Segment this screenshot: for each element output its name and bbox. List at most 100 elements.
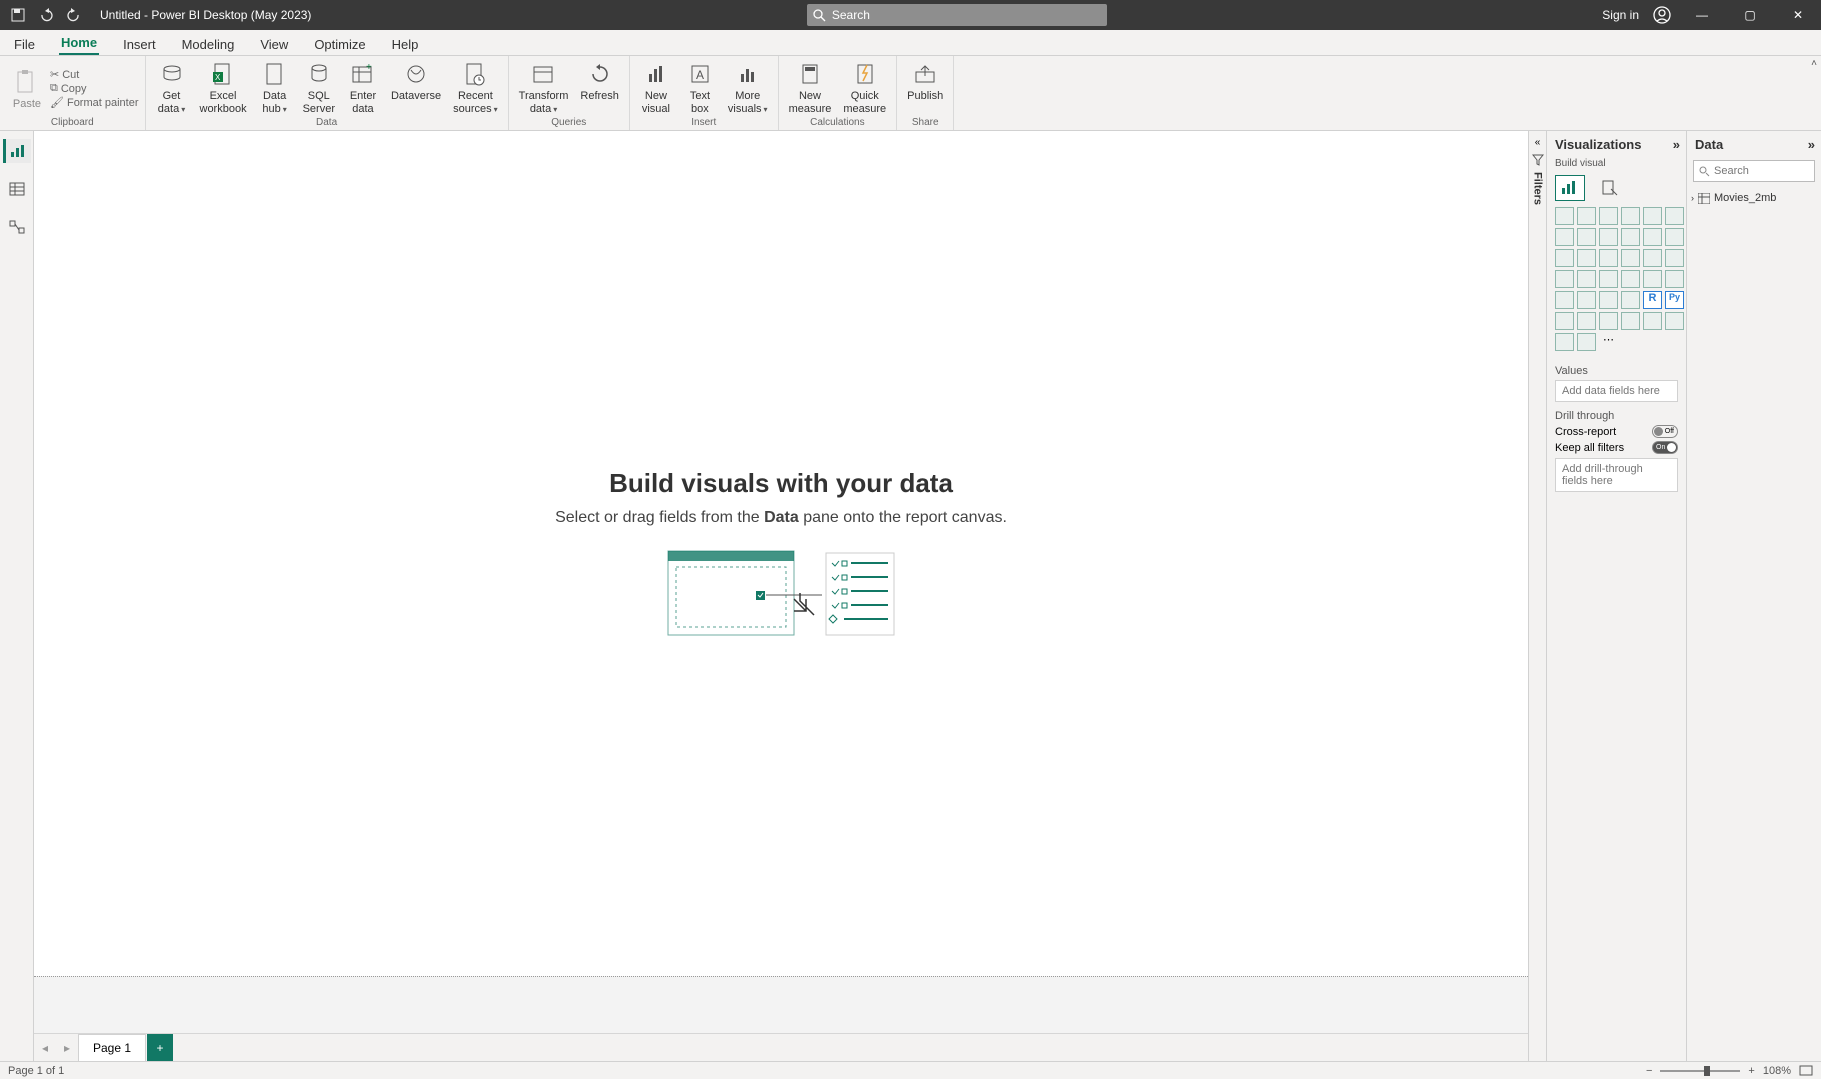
viz-stacked-bar[interactable]	[1555, 207, 1574, 225]
viz-key-influencers[interactable]	[1555, 312, 1574, 330]
viz-scatter[interactable]	[1599, 249, 1618, 267]
viz-line[interactable]	[1555, 228, 1574, 246]
new-measure-button[interactable]: Newmeasure	[785, 58, 836, 117]
viz-line-stacked[interactable]	[1621, 228, 1640, 246]
zoom-out-button[interactable]: −	[1646, 1065, 1652, 1077]
viz-ribbon[interactable]	[1665, 228, 1684, 246]
viz-narrative[interactable]	[1621, 312, 1640, 330]
report-canvas[interactable]: Build visuals with your data Select or d…	[34, 131, 1528, 976]
dataverse-button[interactable]: Dataverse	[387, 58, 445, 117]
page-next-button[interactable]: ▸	[56, 1034, 78, 1061]
tab-modeling[interactable]: Modeling	[180, 33, 237, 55]
tab-insert[interactable]: Insert	[121, 33, 158, 55]
data-view-button[interactable]	[3, 177, 31, 201]
viz-kpi[interactable]	[1555, 291, 1574, 309]
data-hub-button[interactable]: Datahub	[255, 58, 295, 117]
more-visuals-button[interactable]: Morevisuals	[724, 58, 772, 117]
viz-line-clustered[interactable]	[1643, 228, 1662, 246]
viz-slicer[interactable]	[1577, 291, 1596, 309]
viz-filled-map[interactable]	[1577, 270, 1596, 288]
viz-100-bar[interactable]	[1643, 207, 1662, 225]
redo-icon[interactable]	[66, 7, 82, 23]
cut-button[interactable]: ✂Cut	[50, 68, 139, 81]
recent-sources-button[interactable]: Recentsources	[449, 58, 502, 117]
viz-waterfall[interactable]	[1555, 249, 1574, 267]
viz-donut[interactable]	[1643, 249, 1662, 267]
viz-paginated[interactable]	[1665, 312, 1684, 330]
new-visual-button[interactable]: Newvisual	[636, 58, 676, 117]
viz-treemap[interactable]	[1665, 249, 1684, 267]
tab-home[interactable]: Home	[59, 31, 99, 55]
profile-icon[interactable]	[1653, 6, 1671, 24]
close-button[interactable]: ✕	[1781, 0, 1815, 30]
viz-card[interactable]	[1643, 270, 1662, 288]
model-view-button[interactable]	[3, 215, 31, 239]
cross-report-toggle[interactable]: Off	[1652, 425, 1678, 438]
viz-funnel[interactable]	[1577, 249, 1596, 267]
expand-filters-icon[interactable]: «	[1535, 137, 1541, 148]
text-box-button[interactable]: ATextbox	[680, 58, 720, 117]
viz-r[interactable]: R	[1643, 291, 1662, 309]
viz-table[interactable]	[1599, 291, 1618, 309]
transform-data-button[interactable]: Transformdata	[515, 58, 573, 117]
quick-measure-button[interactable]: Quickmeasure	[839, 58, 890, 117]
paste-button[interactable]: Paste	[6, 58, 46, 117]
collapse-data-icon[interactable]: »	[1808, 137, 1815, 152]
enter-data-button[interactable]: +Enterdata	[343, 58, 383, 117]
maximize-button[interactable]: ▢	[1733, 0, 1767, 30]
collapse-ribbon-icon[interactable]: ˄	[1811, 58, 1817, 69]
viz-qa[interactable]	[1599, 312, 1618, 330]
viz-matrix[interactable]	[1621, 291, 1640, 309]
publish-button[interactable]: Publish	[903, 58, 947, 117]
zoom-in-button[interactable]: +	[1748, 1065, 1754, 1077]
tab-optimize[interactable]: Optimize	[312, 33, 367, 55]
sql-server-button[interactable]: SQLServer	[299, 58, 339, 117]
add-page-button[interactable]: +	[147, 1034, 173, 1061]
build-visual-tab[interactable]	[1555, 175, 1585, 201]
viz-decomposition[interactable]	[1577, 312, 1596, 330]
filters-pane-collapsed[interactable]: « Filters	[1528, 131, 1546, 1061]
undo-icon[interactable]	[38, 7, 54, 23]
minimize-button[interactable]: —	[1685, 0, 1719, 30]
copy-button[interactable]: ⧉Copy	[50, 82, 139, 95]
viz-powerapps[interactable]	[1577, 333, 1596, 351]
page-tab-1[interactable]: Page 1	[78, 1034, 146, 1061]
tab-help[interactable]: Help	[390, 33, 421, 55]
drillthrough-dropzone[interactable]: Add drill-through fields here	[1555, 458, 1678, 492]
viz-clustered-bar[interactable]	[1599, 207, 1618, 225]
page-prev-button[interactable]: ◂	[34, 1034, 56, 1061]
global-search[interactable]: Search	[807, 4, 1107, 26]
excel-workbook-button[interactable]: XExcelworkbook	[196, 58, 251, 117]
viz-more[interactable]: ⋯	[1599, 333, 1618, 351]
fit-page-button[interactable]	[1799, 1065, 1813, 1076]
viz-area[interactable]	[1577, 228, 1596, 246]
values-dropzone[interactable]: Add data fields here	[1555, 380, 1678, 402]
viz-arcgis[interactable]	[1555, 333, 1574, 351]
viz-py[interactable]: Py	[1665, 291, 1684, 309]
format-painter-button[interactable]: 🖌Format painter	[50, 96, 139, 109]
save-icon[interactable]	[10, 7, 26, 23]
viz-pie[interactable]	[1621, 249, 1640, 267]
format-visual-tab[interactable]	[1595, 175, 1625, 201]
signin-link[interactable]: Sign in	[1602, 8, 1639, 22]
data-search[interactable]: Search	[1693, 160, 1815, 182]
viz-100-column[interactable]	[1665, 207, 1684, 225]
zoom-slider[interactable]	[1660, 1070, 1740, 1072]
viz-stacked-area[interactable]	[1599, 228, 1618, 246]
viz-clustered-column[interactable]	[1621, 207, 1640, 225]
viz-gauge[interactable]	[1621, 270, 1640, 288]
viz-azure-map[interactable]	[1599, 270, 1618, 288]
viz-stacked-column[interactable]	[1577, 207, 1596, 225]
tab-view[interactable]: View	[258, 33, 290, 55]
report-view-button[interactable]	[3, 139, 31, 163]
drillthrough-header: Drill through	[1555, 410, 1678, 422]
collapse-viz-icon[interactable]: »	[1673, 137, 1680, 152]
keep-filters-toggle[interactable]: On	[1652, 441, 1678, 454]
viz-map[interactable]	[1555, 270, 1574, 288]
get-data-button[interactable]: Getdata	[152, 58, 192, 117]
tab-file[interactable]: File	[12, 33, 37, 55]
table-node[interactable]: › Movies_2mb	[1691, 190, 1817, 206]
viz-goals[interactable]	[1643, 312, 1662, 330]
refresh-button[interactable]: Refresh	[576, 58, 623, 117]
viz-multi-card[interactable]	[1665, 270, 1684, 288]
